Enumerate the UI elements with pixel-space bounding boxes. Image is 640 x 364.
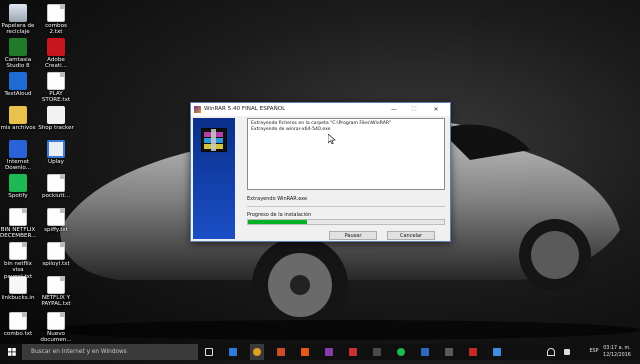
divider <box>247 206 445 207</box>
installer-side-panel <box>193 118 235 239</box>
installation-progress-bar <box>247 219 445 225</box>
desktop-icon-idm[interactable]: Internet Downlo... <box>0 140 36 172</box>
text-file-icon <box>47 174 65 192</box>
clock-time: 03:17 a. m. <box>603 346 631 351</box>
desktop-icon-uplay[interactable]: Uplay <box>38 140 74 165</box>
winrar-installer-window: WinRAR 5.40 FINAL ESPAÑOL — ☐ ✕ Extrayen… <box>190 102 451 242</box>
desktop-icon-combos2[interactable]: combos 2.txt <box>38 4 74 36</box>
app-icon[interactable] <box>490 344 504 360</box>
winrar-icon <box>194 106 201 113</box>
start-button[interactable] <box>4 344 20 360</box>
task-view-icon[interactable] <box>202 344 216 360</box>
progress-label: Progreso de la instalación <box>247 212 312 218</box>
desktop-icon-mis-archivos[interactable]: mis archivos <box>0 106 36 131</box>
window-title: WinRAR 5.40 FINAL ESPAÑOL <box>204 106 286 112</box>
winrar-logo-icon <box>201 128 227 152</box>
chrome-icon[interactable] <box>250 344 264 360</box>
desktop-icon-nuevo-documento[interactable]: Nuevo documen... <box>38 312 74 344</box>
desktop-icon-shop-tracker[interactable]: Shop tracker <box>38 106 74 131</box>
desktop-icon-textaloud[interactable]: TextAloud <box>0 72 36 97</box>
text-file-icon <box>9 242 27 260</box>
desktop-icon-netflix-paypal[interactable]: NETFLIX Y PAYPAL.txt <box>38 276 74 308</box>
pause-button[interactable]: Pausar <box>329 231 377 240</box>
clock[interactable]: 03:17 a. m. 12/12/2016 <box>602 344 632 361</box>
text-file-icon <box>47 208 65 226</box>
edge-icon[interactable] <box>226 344 240 360</box>
desktop-icon-camtasia[interactable]: Camtasia Studio 8 <box>0 38 36 70</box>
wifi-icon[interactable] <box>544 344 558 360</box>
windows-logo-icon <box>8 348 16 356</box>
desktop-icon-bin-netflix[interactable]: BIN NETFLIX DECEMBER... <box>0 208 37 240</box>
text-file-icon <box>47 312 65 330</box>
text-file-icon <box>47 72 65 90</box>
desktop-icon-recycle-bin[interactable]: Papelera de reciclaje <box>0 4 36 36</box>
language-indicator[interactable]: ESP <box>588 344 600 360</box>
maximize-button: ☐ <box>411 106 417 113</box>
uplay-icon <box>47 140 65 158</box>
shop-tracker-icon <box>47 106 65 124</box>
adobe-creative-cloud-icon <box>47 38 65 56</box>
desktop-icon-spiloyl[interactable]: spiloyl.txt <box>38 242 74 267</box>
recycle-bin-icon <box>9 4 27 22</box>
extraction-log: Extrayendo ficheros en la carpeta "C:\Pr… <box>247 118 445 190</box>
volume-icon[interactable] <box>560 344 574 360</box>
text-file-icon <box>9 208 27 226</box>
current-file-label: Extrayendo WinRAR.exe <box>247 196 308 202</box>
text-file-icon <box>47 4 65 22</box>
app-icon[interactable] <box>370 344 384 360</box>
folder-icon <box>9 106 27 124</box>
search-placeholder: Buscar en Internet y en Windows <box>31 349 127 355</box>
textaloud-icon <box>9 72 27 90</box>
app-icon[interactable] <box>394 344 408 360</box>
text-file-icon <box>47 242 65 260</box>
desktop-icon-linkbucks[interactable]: linkbucks.in <box>0 276 36 301</box>
mouse-cursor-icon <box>328 134 336 144</box>
close-button[interactable]: ✕ <box>426 103 446 116</box>
internet-download-manager-icon <box>9 140 27 158</box>
winrar-taskbar-icon[interactable] <box>322 344 336 360</box>
desktop-icon-bin-netflix-paypal[interactable]: bin netflix visa paypal.txt <box>0 242 36 280</box>
clock-date: 12/12/2016 <box>603 353 631 358</box>
text-file-icon <box>47 276 65 294</box>
desktop-icon-play-store[interactable]: PLAY STORE.txt <box>38 72 74 104</box>
log-line: Extrayendo de winrar-x64-540.exe <box>251 126 331 132</box>
app-icon[interactable] <box>466 344 480 360</box>
app-icon[interactable] <box>442 344 456 360</box>
cancel-button[interactable]: Cancelar <box>387 231 435 240</box>
document-icon <box>9 276 27 294</box>
desktop-icon-adobe[interactable]: Adobe Creati... <box>38 38 74 70</box>
taskbar-search-box[interactable]: Buscar en Internet y en Windows <box>22 344 198 360</box>
store-icon[interactable] <box>298 344 312 360</box>
media-icon[interactable] <box>346 344 360 360</box>
office-icon[interactable] <box>274 344 288 360</box>
spotify-icon <box>9 174 27 192</box>
text-file-icon <box>9 312 27 330</box>
app-icon[interactable] <box>418 344 432 360</box>
desktop-icon-combo[interactable]: combo.txt <box>0 312 36 337</box>
taskbar: Buscar en Internet y en Windows ESP 03:1… <box>0 344 640 360</box>
desktop-icon-pockiutt[interactable]: pockiutt... <box>38 174 74 199</box>
minimize-button[interactable]: — <box>384 103 404 116</box>
title-bar[interactable]: WinRAR 5.40 FINAL ESPAÑOL — ☐ ✕ <box>191 103 450 116</box>
desktop-icon-spiffy[interactable]: spiffy.txt <box>38 208 74 233</box>
desktop-icon-spotify[interactable]: Spotify <box>0 174 36 199</box>
camtasia-icon <box>9 38 27 56</box>
progress-fill <box>248 220 307 224</box>
